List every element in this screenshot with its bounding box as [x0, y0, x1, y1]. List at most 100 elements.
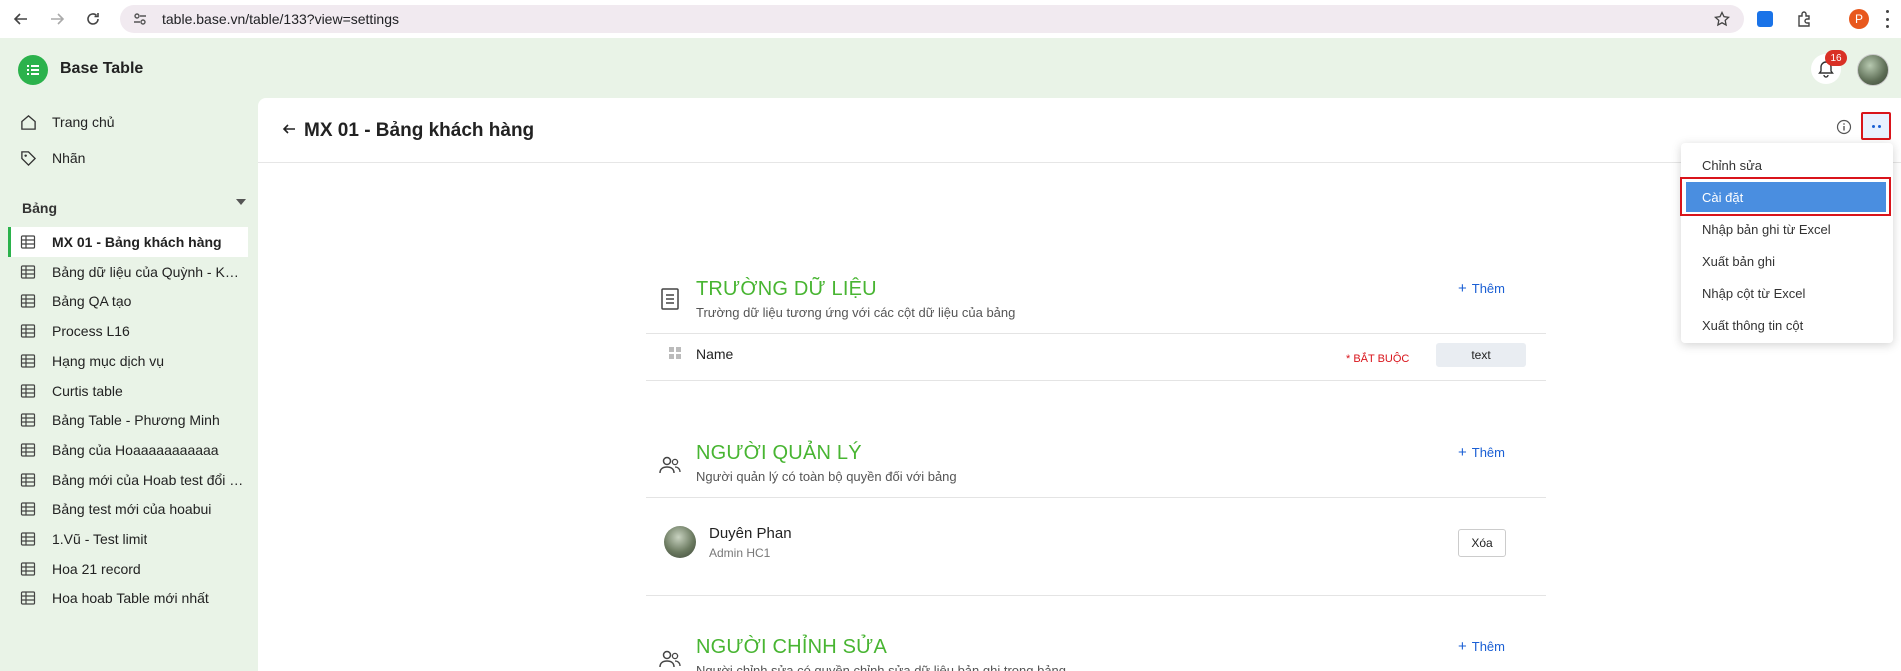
arrow-left-icon	[13, 13, 27, 25]
sidebar-item-label: Trang chủ	[52, 114, 115, 130]
page-title: MX 01 - Bảng khách hàng	[304, 120, 535, 141]
main-panel: MX 01 - Bảng khách hàng TRƯỜNG DỮ LIỆU T…	[258, 98, 1901, 671]
field-name: Name	[696, 346, 734, 362]
sidebar-item-label: Nhãn	[52, 150, 86, 166]
sidebar-table-label: Bảng mới của Hoab test đổi tên	[52, 471, 247, 488]
add-editor-button[interactable]: + Thêm	[1458, 638, 1505, 655]
sidebar-table-label: Process L16	[52, 323, 130, 340]
sidebar-table-item[interactable]: Bảng dữ liệu của Quỳnh - KHÁCH HÀNG	[8, 257, 248, 287]
sidebar-table-item[interactable]: Bảng QA tạo	[8, 286, 248, 316]
sidebar-table-item[interactable]: 1.Vũ - Test limit	[8, 524, 248, 554]
reload-button[interactable]	[78, 4, 108, 34]
remove-manager-button[interactable]: Xóa	[1458, 529, 1506, 557]
sidebar: Trang chủ Nhãn Bảng MX 01 - Bảng khách h…	[0, 100, 258, 671]
menu-item-import-columns[interactable]: Nhập cột từ Excel	[1681, 278, 1893, 308]
sidebar-table-item[interactable]: Hạng mục dịch vụ	[8, 346, 248, 376]
document-icon	[661, 288, 679, 310]
section-title: NGƯỜI QUẢN LÝ	[696, 442, 862, 464]
site-settings-icon[interactable]	[132, 11, 148, 27]
section-description: Người chỉnh sửa có quyền chỉnh sửa dữ li…	[696, 663, 1067, 671]
url-text: table.base.vn/table/133?view=settings	[162, 11, 399, 27]
sidebar-table-label: Curtis table	[52, 382, 123, 399]
browser-toolbar: table.base.vn/table/133?view=settings P	[0, 0, 1901, 38]
back-arrow-icon[interactable]	[282, 122, 296, 136]
sidebar-table-label: MX 01 - Bảng khách hàng	[52, 234, 222, 250]
sidebar-section-title: Bảng	[22, 200, 57, 216]
sidebar-table-label: Bảng test mới của hoabui	[52, 501, 212, 518]
table-icon	[20, 413, 36, 427]
users-icon	[659, 650, 681, 668]
sidebar-table-label: Hoa hoab Table mới nhất	[52, 590, 209, 607]
section-description: Trường dữ liệu tương ứng với các cột dữ …	[696, 305, 1016, 320]
table-icon	[20, 562, 36, 576]
section-title: TRƯỜNG DỮ LIỆU	[696, 278, 877, 300]
menu-item-import-records[interactable]: Nhập bản ghi từ Excel	[1681, 214, 1893, 244]
menu-item-export-column-info[interactable]: Xuất thông tin cột	[1681, 310, 1893, 340]
drag-handle-icon[interactable]	[669, 347, 681, 359]
manager-name: Duyên Phan	[709, 525, 792, 542]
sidebar-table-item[interactable]: Bảng mới của Hoab test đổi tên	[8, 465, 248, 495]
sidebar-table-label: Bảng QA tạo	[52, 293, 132, 310]
table-icon	[20, 294, 36, 308]
info-icon[interactable]	[1836, 119, 1852, 135]
sidebar-table-item[interactable]: Curtis table	[8, 376, 248, 406]
table-icon	[20, 265, 36, 279]
sidebar-table-label: 1.Vũ - Test limit	[52, 531, 148, 547]
extensions-puzzle-icon[interactable]	[1796, 10, 1814, 28]
divider	[646, 333, 1546, 334]
app-title: Base Table	[60, 60, 144, 77]
table-icon	[20, 324, 36, 338]
sidebar-item-home[interactable]: Trang chủ	[20, 108, 115, 136]
add-manager-button[interactable]: + Thêm	[1458, 444, 1505, 461]
required-label: * BẮT BUỘC	[1346, 353, 1410, 365]
settings-highlight-box	[1680, 177, 1891, 216]
tag-icon	[21, 150, 37, 166]
sidebar-table-item[interactable]: Bảng test mới của hoabui	[8, 494, 248, 524]
table-icon	[20, 472, 36, 487]
main-header: MX 01 - Bảng khách hàng	[258, 98, 1901, 163]
app-logo-icon[interactable]	[18, 55, 48, 85]
table-icon	[20, 235, 36, 249]
sidebar-table-item[interactable]: Process L16	[8, 316, 248, 346]
extension-icon[interactable]	[1757, 11, 1773, 27]
section-title: NGƯỜI CHỈNH SỬA	[696, 636, 887, 658]
chevron-down-icon[interactable]	[236, 199, 246, 205]
users-icon	[659, 456, 681, 474]
divider	[646, 497, 1546, 498]
manager-role: Admin HC1	[709, 546, 771, 560]
table-icon	[20, 354, 36, 368]
sidebar-table-label: Hạng mục dịch vụ	[52, 352, 165, 369]
browser-profile-avatar[interactable]: P	[1849, 9, 1869, 29]
browser-menu-icon[interactable]	[1884, 10, 1890, 28]
field-type-chip: text	[1436, 343, 1526, 367]
menu-item-edit[interactable]: Chỉnh sửa	[1681, 150, 1893, 180]
arrow-right-icon	[51, 13, 65, 25]
forward-button[interactable]	[42, 4, 72, 34]
table-icon	[20, 443, 36, 457]
sidebar-table-item[interactable]: Bảng Table - Phương Minh	[8, 405, 248, 435]
app-header: Base Table 16	[0, 38, 1901, 100]
table-icon	[20, 502, 36, 516]
reload-icon	[87, 13, 99, 25]
menu-item-export-records[interactable]: Xuất bản ghi	[1681, 246, 1893, 276]
table-icon	[20, 383, 36, 398]
sidebar-table-item[interactable]: Bảng của Hoaaaaaaaaaaa	[8, 435, 248, 465]
divider	[646, 380, 1546, 381]
more-options-menu: Chỉnh sửa Cài đặt Nhập bản ghi từ Excel …	[1681, 143, 1893, 343]
user-avatar[interactable]	[1857, 54, 1889, 86]
sidebar-table-item[interactable]: Hoa hoab Table mới nhất	[8, 583, 248, 613]
sidebar-item-tags[interactable]: Nhãn	[20, 144, 85, 172]
sidebar-table-item[interactable]: MX 01 - Bảng khách hàng	[8, 227, 248, 257]
address-bar[interactable]: table.base.vn/table/133?view=settings	[120, 5, 1744, 33]
sidebar-table-item[interactable]: Hoa 21 record	[8, 554, 248, 584]
sidebar-table-label: Bảng Table - Phương Minh	[52, 412, 220, 429]
table-icon	[20, 591, 36, 605]
back-button[interactable]	[6, 4, 36, 34]
bookmark-star-icon[interactable]	[1714, 11, 1730, 27]
section-description: Người quản lý có toàn bộ quyền đối với b…	[696, 469, 957, 484]
divider	[646, 595, 1546, 596]
notification-count-badge: 16	[1825, 50, 1847, 66]
more-options-button[interactable]	[1861, 112, 1891, 140]
add-field-button[interactable]: + Thêm	[1458, 280, 1505, 297]
sidebar-table-label: Bảng dữ liệu của Quỳnh - KHÁCH HÀNG	[52, 263, 247, 280]
